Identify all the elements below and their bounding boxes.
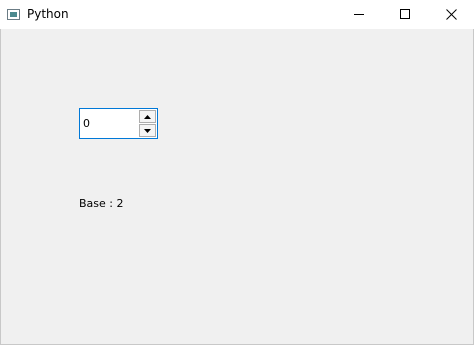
spinbox-value[interactable]: 0 — [83, 117, 90, 130]
arrow-down-icon — [144, 128, 151, 133]
maximize-button[interactable] — [382, 0, 428, 29]
spin-down-button[interactable] — [139, 124, 156, 137]
minimize-button[interactable] — [336, 0, 382, 29]
window-border-left — [0, 29, 1, 345]
base-spinbox[interactable]: 0 — [79, 108, 158, 139]
maximize-icon — [399, 9, 410, 19]
spin-up-button[interactable] — [139, 110, 156, 123]
app-window: Python 0 Base: 2 — [0, 0, 474, 345]
python-app-icon[interactable] — [7, 9, 20, 20]
close-button[interactable] — [428, 0, 474, 29]
client-area — [1, 29, 473, 344]
close-icon — [445, 9, 457, 20]
window-title: Python — [27, 7, 69, 21]
title-bar[interactable]: Python — [0, 0, 474, 29]
minimize-icon — [353, 14, 364, 15]
base-label: Base : 2 — [79, 197, 124, 210]
arrow-up-icon — [144, 114, 151, 119]
